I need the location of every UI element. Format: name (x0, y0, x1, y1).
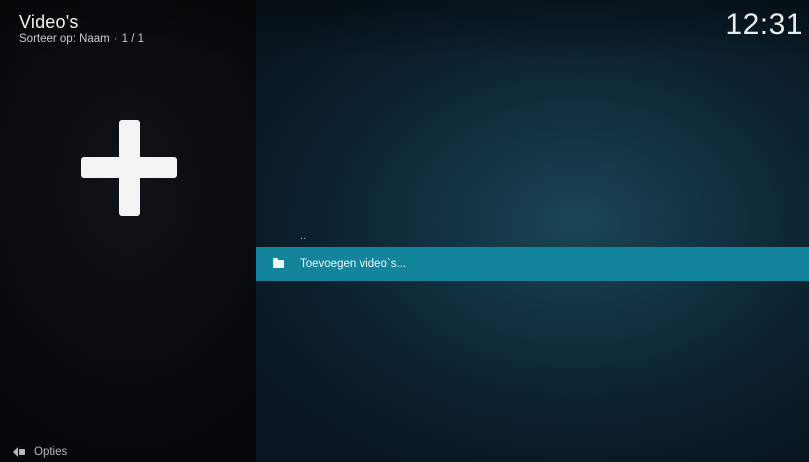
folder-icon (273, 258, 284, 268)
plus-icon-horizontal-bar (81, 157, 177, 178)
sort-info[interactable]: Sorteer op: Naam · 1 / 1 (19, 32, 144, 46)
left-panel (0, 0, 256, 462)
list-item-add-videos[interactable]: Toevoegen video`s... (256, 247, 809, 281)
list-item-label: Toevoegen video`s... (300, 258, 407, 270)
options-label: Opties (34, 446, 68, 458)
list-item-label: .. (300, 230, 307, 242)
sort-separator: · (113, 33, 118, 45)
clock: 12:31 (725, 8, 803, 41)
page-title: Video's (19, 12, 79, 32)
options-icon (13, 447, 25, 457)
plus-icon (81, 120, 177, 216)
header-bar (0, 0, 809, 60)
sort-label: Sorteer op: Naam (19, 33, 110, 45)
page-indicator: 1 / 1 (121, 33, 144, 45)
options-button[interactable]: Opties (12, 446, 67, 458)
video-library-screen: Video's Sorteer op: Naam · 1 / 1 12:31 .. … (0, 0, 809, 462)
